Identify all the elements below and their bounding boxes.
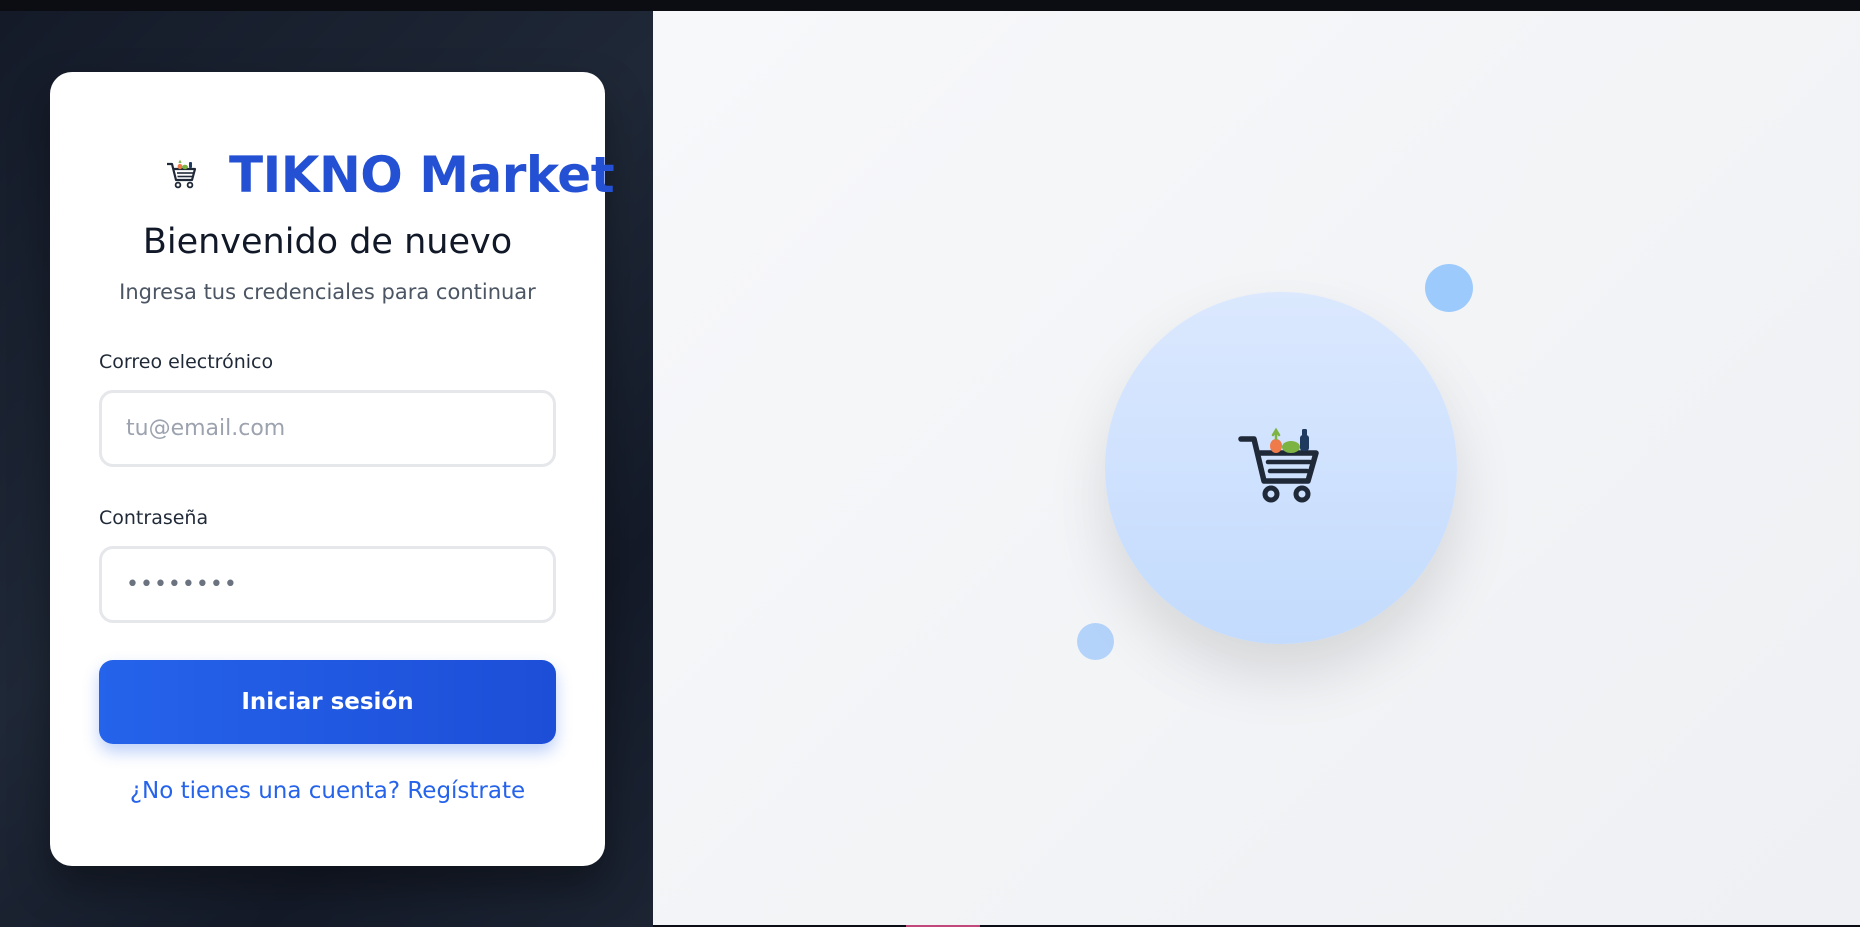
email-label: Correo electrónico: [99, 351, 274, 373]
password-field[interactable]: [99, 546, 556, 623]
password-label: Contraseña: [99, 507, 209, 529]
shopping-cart-icon: [165, 157, 199, 193]
brand: TIKNO Market: [115, 140, 615, 210]
top-bar: [0, 0, 1860, 11]
decorative-dot-large: [1425, 264, 1473, 312]
login-button[interactable]: Iniciar sesión: [99, 660, 556, 744]
left-panel: TIKNO Market Bienvenido de nuevo Ingresa…: [0, 11, 653, 927]
decorative-dot-small: [1077, 623, 1114, 660]
hero-panel: [653, 11, 1860, 925]
grocery-cart-icon: [1236, 421, 1326, 515]
hero-circle: [1105, 292, 1457, 644]
brand-name: TIKNO Market: [229, 146, 615, 204]
email-field[interactable]: [99, 390, 556, 467]
page-subtitle: Ingresa tus credenciales para continuar: [119, 280, 536, 304]
register-link[interactable]: ¿No tienes una cuenta? Regístrate: [50, 778, 605, 804]
login-card: TIKNO Market Bienvenido de nuevo Ingresa…: [50, 72, 615, 866]
page-title: Bienvenido de nuevo: [142, 222, 513, 262]
